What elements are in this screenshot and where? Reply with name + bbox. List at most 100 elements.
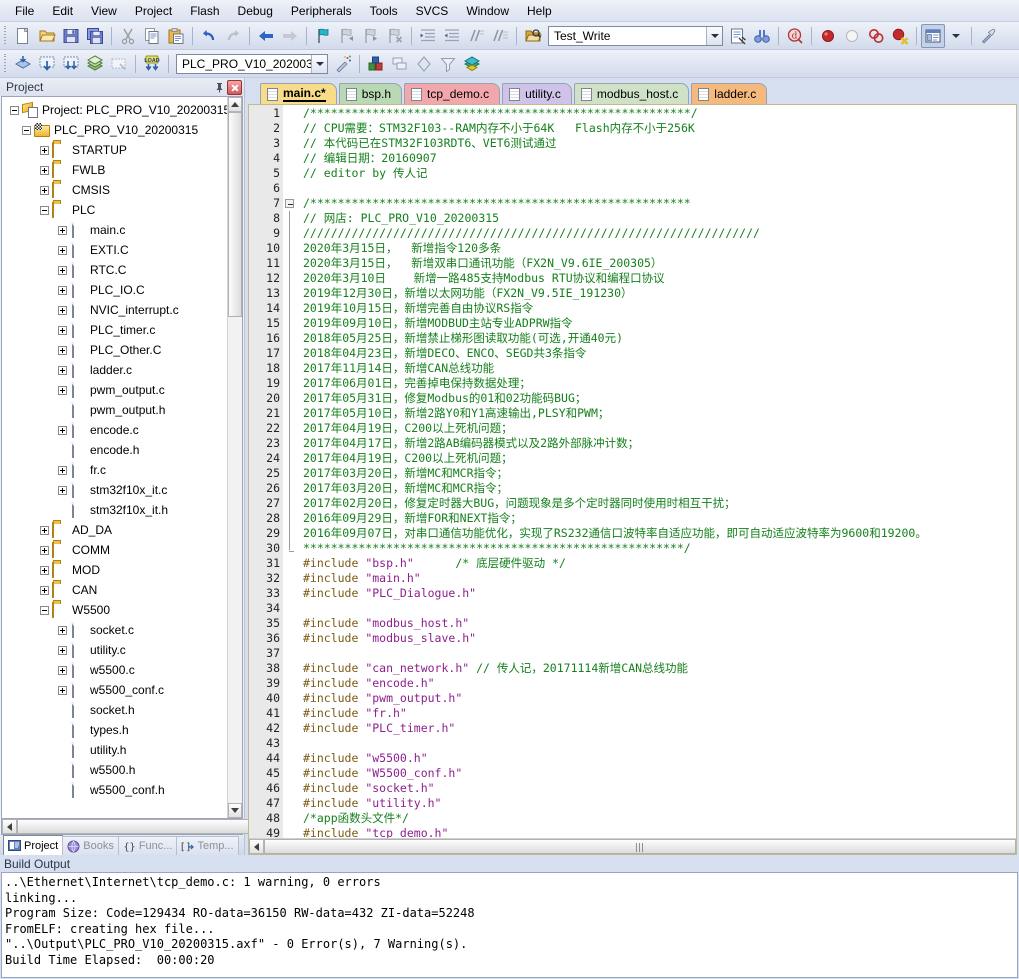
code-line[interactable]: 2019年09月10日，新增MODBUD主站专业ADPRW指令	[303, 316, 1016, 331]
tree-item[interactable]: FWLB	[4, 160, 227, 180]
tree-item[interactable]: PLC_PRO_V10_20200315	[4, 120, 227, 140]
tree-item[interactable]: w5500.c	[4, 660, 227, 680]
open-file-icon[interactable]	[35, 24, 59, 48]
scroll-track[interactable]	[264, 839, 1016, 854]
fold-marker-row[interactable]	[283, 751, 299, 766]
fold-marker-row[interactable]	[283, 511, 299, 526]
components-icon[interactable]	[412, 52, 436, 76]
code-line[interactable]: #include "PLC_Dialogue.h"	[303, 586, 1016, 601]
expand-icon[interactable]	[58, 485, 67, 495]
navigate-forward-icon[interactable]	[278, 24, 302, 48]
scroll-thumb[interactable]	[17, 819, 287, 834]
fold-marker-row[interactable]	[283, 376, 299, 391]
code-line[interactable]: // 网店: PLC_PRO_V10_20200315	[303, 211, 1016, 226]
window-layout-dropdown[interactable]	[948, 26, 964, 46]
expand-icon[interactable]	[58, 645, 67, 655]
expand-icon[interactable]	[58, 245, 67, 255]
fold-marker-row[interactable]	[283, 736, 299, 751]
document-tab-ladder-c[interactable]: ladder.c	[691, 83, 768, 104]
toolbar-grip[interactable]	[2, 53, 9, 74]
tree-item[interactable]: EXTI.C	[4, 240, 227, 260]
fold-marker-row[interactable]	[283, 826, 299, 838]
tree-item[interactable]: utility.h	[4, 740, 227, 760]
tree-item[interactable]: COMM	[4, 540, 227, 560]
code-line[interactable]: /*app函数头文件*/	[303, 811, 1016, 826]
tree-item[interactable]: ladder.c	[4, 360, 227, 380]
fold-marker-row[interactable]	[283, 106, 299, 121]
menu-item-file[interactable]: File	[6, 2, 43, 20]
code-line[interactable]: 2017年04月19日，C200以上死机问题；	[303, 451, 1016, 466]
tab-templates[interactable]: [] Temp...	[176, 836, 239, 855]
chevron-down-icon[interactable]	[706, 26, 722, 45]
tree-item[interactable]: stm32f10x_it.h	[4, 500, 227, 520]
menu-item-tools[interactable]: Tools	[361, 2, 407, 20]
paste-icon[interactable]	[164, 24, 188, 48]
scroll-up-button[interactable]	[228, 97, 242, 112]
fold-marker-row[interactable]	[283, 676, 299, 691]
breakpoint-enable-icon[interactable]	[840, 24, 864, 48]
fold-marker-row[interactable]	[283, 766, 299, 781]
tree-item[interactable]: fr.c	[4, 460, 227, 480]
save-all-icon[interactable]	[83, 24, 107, 48]
scroll-track[interactable]	[17, 819, 287, 834]
tree-item[interactable]: main.c	[4, 220, 227, 240]
document-tab-modbus-host-c[interactable]: modbus_host.c	[573, 83, 690, 104]
collapse-icon[interactable]	[40, 605, 49, 615]
toolbar-grip[interactable]	[2, 25, 9, 46]
tree-item[interactable]: PLC_IO.C	[4, 280, 227, 300]
fold-marker-row[interactable]	[283, 721, 299, 736]
fold-marker-row[interactable]	[283, 286, 299, 301]
save-icon[interactable]	[59, 24, 83, 48]
fold-marker-row[interactable]	[283, 781, 299, 796]
fold-marker-row[interactable]	[283, 451, 299, 466]
tree-item[interactable]: Project: PLC_PRO_V10_20200315	[4, 100, 227, 120]
fold-marker-row[interactable]	[283, 121, 299, 136]
multi-project-icon[interactable]	[388, 52, 412, 76]
tab-project[interactable]: Project	[3, 835, 64, 855]
project-tree[interactable]: Project: PLC_PRO_V10_20200315 PLC_PRO_V10…	[2, 97, 227, 818]
tree-item[interactable]: NVIC_interrupt.c	[4, 300, 227, 320]
code-line[interactable]: 2016年09月29日，新增FOR和NEXT指令；	[303, 511, 1016, 526]
code-line[interactable]: ****************************************…	[303, 541, 1016, 556]
code-line[interactable]: #include "socket.h"	[303, 781, 1016, 796]
code-line[interactable]: #include "fr.h"	[303, 706, 1016, 721]
fold-marker-row[interactable]	[283, 316, 299, 331]
fold-marker-row[interactable]	[283, 256, 299, 271]
code-line[interactable]: 2020年3月15日， 新增指令120多条	[303, 241, 1016, 256]
fold-marker-row[interactable]	[283, 301, 299, 316]
menu-item-project[interactable]: Project	[126, 2, 181, 20]
download-icon[interactable]: LOAD	[140, 52, 164, 76]
menu-item-svcs[interactable]: SVCS	[407, 2, 458, 20]
tree-item[interactable]: w5500_conf.c	[4, 680, 227, 700]
bookmark-toggle-icon[interactable]	[311, 24, 335, 48]
tab-functions[interactable]: {} Func...	[117, 836, 178, 855]
copy-icon[interactable]	[140, 24, 164, 48]
code-line[interactable]: ////////////////////////////////////////…	[303, 226, 1016, 241]
expand-icon[interactable]	[58, 285, 67, 295]
fold-marker-row[interactable]	[283, 346, 299, 361]
tree-item[interactable]: CAN	[4, 580, 227, 600]
fold-marker-row[interactable]	[283, 796, 299, 811]
expand-icon[interactable]	[58, 665, 67, 675]
code-line[interactable]: 2017年04月17日，新增2路AB编码器模式以及2路外部脉冲计数；	[303, 436, 1016, 451]
fold-marker-row[interactable]	[283, 181, 299, 196]
code-line[interactable]: #include "can_network.h" // 传人记，20171114…	[303, 661, 1016, 676]
document-tab-bsp-h[interactable]: bsp.h	[338, 83, 403, 104]
code-line[interactable]: 2019年10月15日，新增完善自由协议RS指令	[303, 301, 1016, 316]
tree-item[interactable]: w5500.h	[4, 760, 227, 780]
expand-icon[interactable]	[58, 425, 67, 435]
tree-item[interactable]: socket.h	[4, 700, 227, 720]
comment-icon[interactable]	[464, 24, 488, 48]
scroll-thumb[interactable]	[228, 112, 242, 317]
fold-marker-row[interactable]	[283, 586, 299, 601]
build-output-text[interactable]: ..\Ethernet\Internet\tcp_demo.c: 1 warni…	[1, 872, 1018, 978]
document-tab-main-c-[interactable]: main.c*	[260, 83, 337, 104]
bookmark-clear-icon[interactable]	[383, 24, 407, 48]
code-line[interactable]: #include "modbus_slave.h"	[303, 631, 1016, 646]
tree-item[interactable]: encode.c	[4, 420, 227, 440]
tree-item[interactable]: pwm_output.h	[4, 400, 227, 420]
code-line[interactable]	[303, 601, 1016, 616]
code-line[interactable]: 2017年03月20日，新增MC和MCR指令；	[303, 466, 1016, 481]
uncomment-icon[interactable]	[488, 24, 512, 48]
code-line[interactable]	[303, 181, 1016, 196]
